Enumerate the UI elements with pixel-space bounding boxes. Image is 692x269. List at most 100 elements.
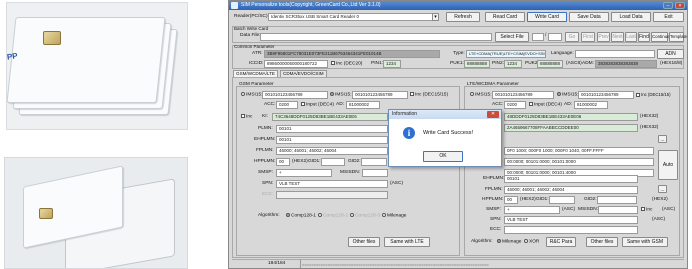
continue-button[interactable]: Continue [651, 32, 670, 42]
lte-algo-xor-radio[interactable]: XOR [524, 239, 539, 245]
template-button[interactable]: Template [669, 32, 687, 42]
gsm-gid2-field[interactable] [361, 158, 387, 166]
first-button[interactable]: First [581, 32, 595, 42]
lte-msisdn-inc-checkbox[interactable]: Inc [641, 207, 652, 213]
iccid-inc-checkbox[interactable]: Inc (DEC20) [331, 61, 362, 67]
gsm-algo-comp128-1-radio[interactable]: Comp128-1 [286, 213, 316, 219]
last-button[interactable]: Last [625, 32, 637, 42]
lte-spn-field[interactable]: VLB TEST [504, 216, 638, 224]
gsm-imsi-inc-checkbox[interactable]: Inc (DEC15/15) [410, 92, 448, 98]
iccid-field[interactable]: 89860000050000180722 [264, 60, 328, 68]
prev-button[interactable]: Prev [597, 32, 610, 42]
gsm-ki-inc-checkbox[interactable]: Inc [241, 114, 252, 120]
gsm-imsi15-field[interactable]: 001010123456789 [262, 91, 328, 99]
find-button[interactable]: Find [638, 32, 650, 42]
lte-imsi15b-field[interactable]: 001010123456789 [578, 91, 634, 99]
exit-button[interactable]: Exit [653, 12, 684, 22]
lte-ki-field[interactable]: 48DDDF0125D83BE1BE433AE0E06 [504, 113, 638, 121]
go-button[interactable]: Go [565, 32, 579, 42]
gsm-algo3-label: Comp128-3 [355, 213, 381, 219]
lte-other-files-button[interactable]: Other files [586, 237, 618, 247]
pin1-field[interactable]: 1234 [383, 60, 401, 68]
type-field[interactable]: LTE+CDMA(TRUE)LTE+CSIM(EVDO+SSIM) [466, 50, 546, 58]
lte-fplmn-field[interactable]: 46000; 46001; 46002; 46004 [504, 186, 638, 194]
lte-acc-field[interactable]: 0200 [504, 101, 526, 109]
lte-algo-milenage-radio[interactable]: Milenage [497, 239, 521, 245]
next-button[interactable]: Next [611, 32, 624, 42]
lte-ad-field[interactable]: 81000002 [574, 101, 608, 109]
gsm-smsp-field[interactable]: + [276, 169, 332, 177]
lte-imsi15-field[interactable]: 001010123456789 [492, 91, 554, 99]
adm-field[interactable]: 3838383838383838 [595, 60, 657, 68]
tab-gsm-wcdma-lte[interactable]: GSM/WCDMA/LTE [233, 70, 278, 77]
chevron-down-icon[interactable]: ▾ [432, 13, 439, 21]
pin2-field[interactable]: 1234 [504, 60, 522, 68]
lte-imsi-inc-checkbox[interactable]: Inc (DEC15/15) [636, 92, 671, 98]
iccid-label: ICCID: [249, 61, 264, 66]
data-file-field[interactable] [260, 33, 492, 41]
ok-button[interactable]: OK [423, 151, 463, 162]
rc-para-button[interactable]: R&C Para [546, 237, 576, 247]
lte-ecc-field[interactable] [504, 226, 638, 234]
gsm-imsi15b-field[interactable]: 001010123456789 [352, 91, 408, 99]
lte-auto-button[interactable]: Auto [658, 150, 678, 180]
language-field[interactable] [575, 50, 655, 58]
lte-gid2-field[interactable] [597, 196, 637, 204]
gsm-imsi15-radio[interactable]: IMSI15: [241, 92, 263, 98]
gsm-ehplmn-field[interactable]: 00101 [276, 136, 388, 144]
gsm-algo-comp128-3-radio[interactable]: Comp128-3 [350, 213, 380, 219]
lte-ehplmn-field[interactable]: 00101 [504, 175, 638, 183]
record-start-field[interactable] [532, 33, 544, 41]
lte-imsi15-radio[interactable]: IMSI15: [470, 92, 492, 98]
record-total-field[interactable] [548, 33, 562, 41]
lte-smsp-field[interactable]: + [504, 206, 560, 214]
gsm-acc-field[interactable]: 0200 [276, 101, 298, 109]
gsm-msisdn-field[interactable] [362, 169, 388, 177]
gsm-ki-field[interactable]: 74C3648DDF0125D83BE1BE433AE0E6 [272, 113, 388, 121]
same-with-gsm-button[interactable]: Same with GSM [622, 237, 668, 247]
minimize-button[interactable]: – [663, 2, 673, 9]
lte-gid1-field[interactable] [549, 196, 575, 204]
read-card-button[interactable]: Read Card [485, 12, 525, 22]
gsm-ad-field[interactable]: 81000002 [346, 101, 380, 109]
lte-msisdn-field[interactable] [598, 206, 638, 214]
reader-select[interactable]: Identiv SCR35xx USB Smart Card Reader 0 [268, 13, 438, 21]
same-with-lte-button[interactable]: Same with LTE [384, 237, 430, 247]
lte-opc-hex32-label: (HEX32) [640, 125, 659, 130]
gsm-algo-milenage-radio[interactable]: Milenage [382, 213, 406, 219]
refresh-button[interactable]: Refresh [446, 12, 480, 22]
sim-cards-photo [6, 2, 188, 130]
gsm-spn-field[interactable]: VLB TEST [276, 180, 388, 188]
lte-opc-field[interactable]: 2A4659667708FFAABBCCDDEE00 [504, 124, 638, 132]
close-button[interactable]: × [675, 2, 685, 9]
dialog-close-button[interactable]: ✕ [487, 111, 499, 118]
write-card-button[interactable]: Write Card [527, 12, 567, 22]
lte-acc-input-checkbox[interactable]: Input (DEC4) [529, 102, 562, 108]
adn-button[interactable]: ADN [657, 49, 684, 59]
gsm-imsi15b-radio[interactable]: IMSI15: [330, 92, 352, 98]
status-separator [300, 259, 301, 268]
gsm-acc-input-checkbox[interactable]: Input (DEC4) [301, 102, 334, 108]
select-file-button[interactable]: Select File [495, 32, 529, 42]
gsm-other-files-button[interactable]: Other files [348, 237, 380, 247]
lte-plmn-field[interactable]: 0F0 1000; 000F0 1000; 000F0 1040, 00FF.F… [504, 147, 654, 155]
gsm-algo-comp128-2-radio[interactable]: Comp128-2 [318, 213, 348, 219]
tab-cdma-evdo-csim[interactable]: CDMA/EVDO/CSIM [280, 70, 327, 77]
gsm-plmn-field[interactable]: 00101 [276, 125, 388, 133]
gsm-hplmn-field[interactable]: 00 [276, 158, 290, 166]
load-data-button[interactable]: Load Data [611, 12, 651, 22]
lte-hplmn-field[interactable]: 00 [504, 196, 518, 204]
lte-oplmn-field[interactable]: 00:0000; 00101:0000; 00101:0000 [504, 158, 654, 166]
gsm-fplmn-field[interactable]: 46000; 46001; 46002; 46004 [276, 147, 388, 155]
lte-imsi15b-radio[interactable]: IMSI15: [557, 92, 579, 98]
lte-fplmn-more-button[interactable]: ... [658, 185, 667, 193]
puk1-field[interactable]: 88888888 [464, 60, 490, 68]
gsm-ecc-field[interactable] [276, 191, 388, 199]
save-data-button[interactable]: Save Data [569, 12, 609, 22]
atr-field[interactable]: 3B9F95801FC78031E073FE211B6753464341FE01… [264, 50, 440, 58]
lte-more-button-1[interactable]: ... [658, 135, 667, 143]
gsm-gid1-field[interactable] [321, 158, 345, 166]
puk2-field[interactable]: 88888888 [537, 60, 563, 68]
gsm-acc-label: ACC: [264, 102, 276, 107]
title-bar: SIM Personalize tools(Copyright, GreenCa… [229, 1, 687, 10]
